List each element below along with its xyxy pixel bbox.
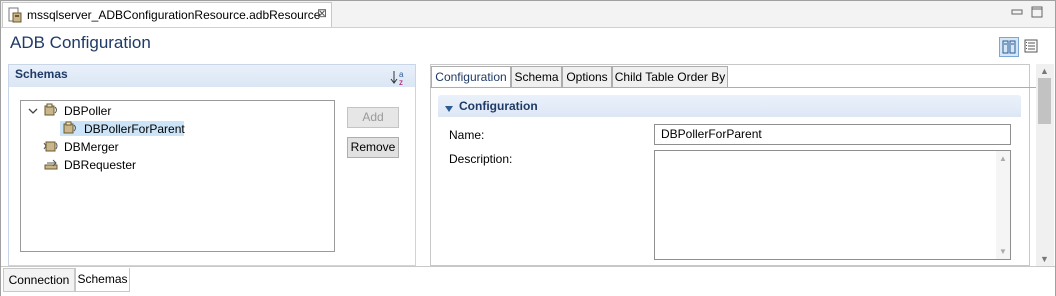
tab-child-table-order-by[interactable]: Child Table Order By	[612, 66, 728, 87]
tab-configuration[interactable]: Configuration	[431, 66, 511, 88]
horizontal-layout-icon[interactable]	[999, 37, 1019, 57]
name-label: Name:	[449, 128, 485, 142]
remove-button[interactable]: Remove	[347, 137, 399, 158]
page-title: ADB Configuration	[10, 33, 151, 52]
tab-schemas[interactable]: Schemas	[75, 268, 130, 292]
tabs-divider	[430, 87, 1036, 88]
scroll-up-icon[interactable]: ▲	[999, 154, 1007, 163]
description-label: Description:	[449, 152, 513, 166]
vertical-layout-icon[interactable]	[1022, 37, 1042, 57]
collapse-triangle-icon[interactable]	[444, 102, 454, 112]
tree-item[interactable]: DBPollerForParent	[84, 122, 185, 136]
maximize-icon[interactable]	[1030, 6, 1044, 18]
scrollbar-thumb[interactable]	[1038, 78, 1051, 124]
tab-options[interactable]: Options	[562, 66, 612, 87]
name-field[interactable]: DBPollerForParent	[654, 124, 1011, 145]
resource-file-icon	[8, 7, 22, 23]
minimize-icon[interactable]	[1010, 6, 1024, 18]
db-poller-icon	[62, 121, 78, 135]
db-poller-icon	[43, 103, 59, 117]
description-field[interactable]: ▲ ▼	[654, 150, 1011, 260]
scroll-up-icon[interactable]: ▲	[1040, 66, 1049, 76]
bottom-tab-bar	[1, 266, 1055, 296]
scroll-down-icon[interactable]: ▼	[999, 247, 1007, 256]
tree-item[interactable]: DBRequester	[64, 158, 136, 172]
db-requester-icon	[43, 157, 59, 171]
editor-tab-label: mssqlserver_ADBConfigurationResource.adb…	[27, 8, 321, 22]
tab-schema[interactable]: Schema	[511, 66, 562, 87]
tree-item[interactable]: DBMerger	[64, 140, 119, 154]
svg-text:z: z	[399, 78, 403, 87]
description-scrollbar[interactable]: ▲ ▼	[996, 151, 1010, 259]
panel-scrollbar[interactable]: ▲ ▼	[1036, 64, 1054, 266]
add-button[interactable]: Add	[347, 107, 399, 128]
sort-alphabetical-icon[interactable]: a z	[390, 69, 408, 87]
expand-chevron-icon[interactable]	[28, 105, 38, 115]
editor-tab[interactable]: mssqlserver_ADBConfigurationResource.adb…	[2, 2, 332, 27]
configuration-section-title: Configuration	[459, 99, 538, 113]
tab-connection[interactable]: Connection	[3, 268, 75, 292]
schemas-section-title: Schemas	[15, 67, 68, 81]
tree-item[interactable]: DBPoller	[64, 104, 111, 118]
db-merger-icon	[43, 139, 59, 153]
scroll-down-icon[interactable]: ▼	[1040, 254, 1049, 264]
schemas-section-header	[9, 65, 415, 87]
close-icon[interactable]: ⊠	[317, 6, 327, 20]
